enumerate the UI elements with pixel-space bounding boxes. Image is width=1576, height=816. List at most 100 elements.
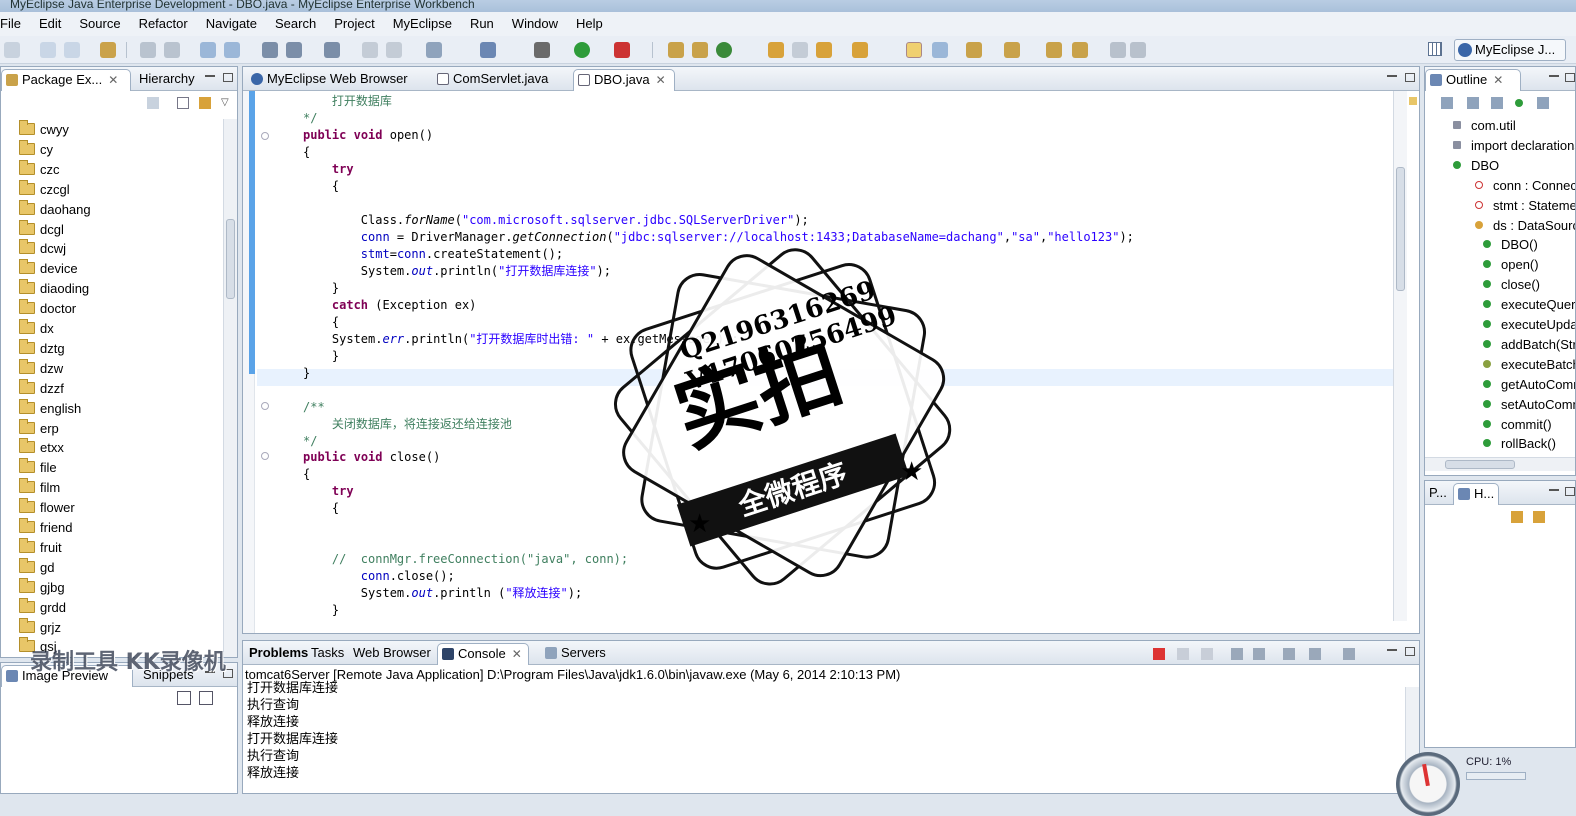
outline-item[interactable]: executeBatch()	[1483, 356, 1575, 376]
pin-icon[interactable]	[1130, 42, 1146, 58]
globe-icon[interactable]	[324, 42, 340, 58]
save-icon[interactable]	[40, 42, 56, 58]
package-item[interactable]: cy	[19, 139, 53, 161]
minimize-icon[interactable]	[205, 75, 215, 78]
package-item[interactable]: device	[19, 259, 78, 280]
package-item[interactable]: grdd	[19, 597, 66, 619]
open-resource-icon[interactable]	[386, 42, 402, 58]
package-item[interactable]: dcgl	[19, 219, 64, 241]
scroll-lock-icon[interactable]	[1253, 648, 1265, 660]
package-item[interactable]: file	[19, 458, 57, 479]
outline-item[interactable]: close()	[1483, 276, 1540, 296]
outline-item[interactable]: rollBack()	[1483, 435, 1556, 455]
package-item[interactable]: diaoding	[19, 279, 89, 300]
package-item[interactable]: dztg	[19, 338, 65, 360]
outline-item[interactable]: ds : DataSource	[1475, 217, 1575, 237]
package-item[interactable]: gsj	[19, 637, 57, 657]
package-item[interactable]: dzw	[19, 358, 63, 380]
package-item[interactable]: czcgl	[19, 179, 70, 201]
package-item[interactable]: cwyy	[19, 120, 69, 141]
minimize-icon[interactable]	[1549, 75, 1559, 78]
menu-myeclipse[interactable]: MyEclipse	[384, 13, 461, 35]
outline-item[interactable]: addBatch(String)	[1483, 336, 1575, 356]
tab-web-browser[interactable]: MyEclipse Web Browser	[247, 69, 414, 91]
tab-problems[interactable]: Problems	[245, 643, 314, 665]
package-item[interactable]: dx	[19, 319, 54, 340]
maximize-icon[interactable]	[1405, 73, 1415, 82]
package-item[interactable]: friend	[19, 518, 73, 539]
maximize-icon[interactable]	[1565, 73, 1575, 82]
open-perspective-icon[interactable]	[1428, 42, 1442, 56]
tab-package-explorer[interactable]: Package Ex... ✕	[1, 69, 131, 91]
menu-search[interactable]: Search	[266, 13, 325, 35]
debug-run-icon[interactable]	[534, 42, 550, 58]
console-output[interactable]: tomcat6Server [Remote Java Application] …	[243, 665, 1419, 793]
package-item[interactable]: gd	[19, 557, 54, 579]
open-folder-icon[interactable]	[768, 42, 784, 58]
close-icon[interactable]: ✕	[108, 73, 118, 87]
outline-hscrollbar[interactable]	[1425, 457, 1575, 471]
tab-console[interactable]: Console ✕	[437, 643, 529, 665]
package-item[interactable]: czc	[19, 159, 60, 181]
outline-item[interactable]: DBO	[1453, 157, 1499, 177]
tab-snippets[interactable]: Snippets	[139, 665, 200, 687]
hide-local-types-icon[interactable]	[1537, 97, 1549, 109]
debug-icon[interactable]	[140, 42, 156, 58]
next-annotation-icon[interactable]	[966, 42, 982, 58]
show-whitespace-icon[interactable]	[932, 42, 948, 58]
menu-window[interactable]: Window	[503, 13, 567, 35]
link-editor-icon[interactable]	[199, 97, 211, 109]
view-menu-icon[interactable]: ▽	[221, 97, 229, 108]
clear-console-icon[interactable]	[1231, 648, 1243, 660]
new-package-icon[interactable]	[692, 42, 708, 58]
package-item[interactable]: doctor	[19, 299, 76, 320]
tab-tasks[interactable]: Tasks	[307, 643, 350, 665]
outline-item[interactable]: com.util	[1453, 117, 1516, 137]
maximize-icon[interactable]	[223, 73, 233, 82]
package-item[interactable]: fruit	[19, 537, 62, 559]
zoom-icon[interactable]	[199, 691, 213, 705]
minimize-icon[interactable]	[1549, 489, 1559, 492]
new-class-icon[interactable]	[716, 42, 732, 58]
forward-icon[interactable]	[1072, 42, 1088, 58]
outline-item[interactable]: getAutoCommit()	[1483, 376, 1575, 396]
package-item[interactable]: flower	[19, 498, 75, 519]
task-icon[interactable]	[816, 42, 832, 58]
tab-outline[interactable]: Outline ✕	[1425, 69, 1521, 91]
tab-dbo-java[interactable]: DBO.java ✕	[573, 69, 675, 91]
package-item[interactable]: etxx	[19, 438, 64, 459]
menu-refactor[interactable]: Refactor	[130, 13, 197, 35]
outline-item[interactable]: setAutoCommit	[1483, 396, 1575, 416]
hide-nonpublic-icon[interactable]	[1515, 99, 1523, 107]
close-icon[interactable]: ✕	[1493, 73, 1503, 87]
menu-run[interactable]: Run	[461, 13, 503, 35]
profile-icon[interactable]	[164, 42, 180, 58]
outline-item[interactable]: stmt : Statement	[1475, 197, 1575, 217]
menu-edit[interactable]: Edit	[30, 13, 70, 35]
close-icon[interactable]: ✕	[512, 647, 522, 661]
sort-icon[interactable]	[1441, 97, 1453, 109]
collapse-all-icon[interactable]	[177, 97, 189, 109]
browser-icon[interactable]	[426, 42, 442, 58]
code-editor[interactable]: 打开数据库 */ public void open() { try { Clas…	[243, 91, 1419, 633]
tab-image-preview[interactable]: Image Preview	[1, 665, 133, 687]
outline-item[interactable]: DBO()	[1483, 236, 1538, 256]
fold-icon[interactable]	[261, 402, 269, 410]
annotation-icon[interactable]	[852, 42, 868, 58]
new-web-icon[interactable]	[286, 42, 302, 58]
menu-file[interactable]: File	[0, 13, 30, 35]
outline-item[interactable]: executeQuery	[1483, 296, 1575, 316]
open-console-icon[interactable]	[1343, 648, 1355, 660]
package-scrollbar[interactable]	[223, 119, 237, 657]
outline-item[interactable]: commit()	[1483, 416, 1552, 436]
display-console-icon[interactable]	[1309, 648, 1321, 660]
menu-navigate[interactable]: Navigate	[197, 13, 266, 35]
menu-help[interactable]: Help	[567, 13, 612, 35]
package-item[interactable]: dcwj	[19, 239, 66, 260]
tab-servers[interactable]: Servers	[541, 643, 612, 665]
prev-annotation-icon[interactable]	[1004, 42, 1020, 58]
save-all-icon[interactable]	[64, 42, 80, 58]
package-item[interactable]: film	[19, 478, 60, 499]
pin-console-icon[interactable]	[1283, 648, 1295, 660]
tab-comservlet[interactable]: ComServlet.java	[433, 69, 554, 91]
